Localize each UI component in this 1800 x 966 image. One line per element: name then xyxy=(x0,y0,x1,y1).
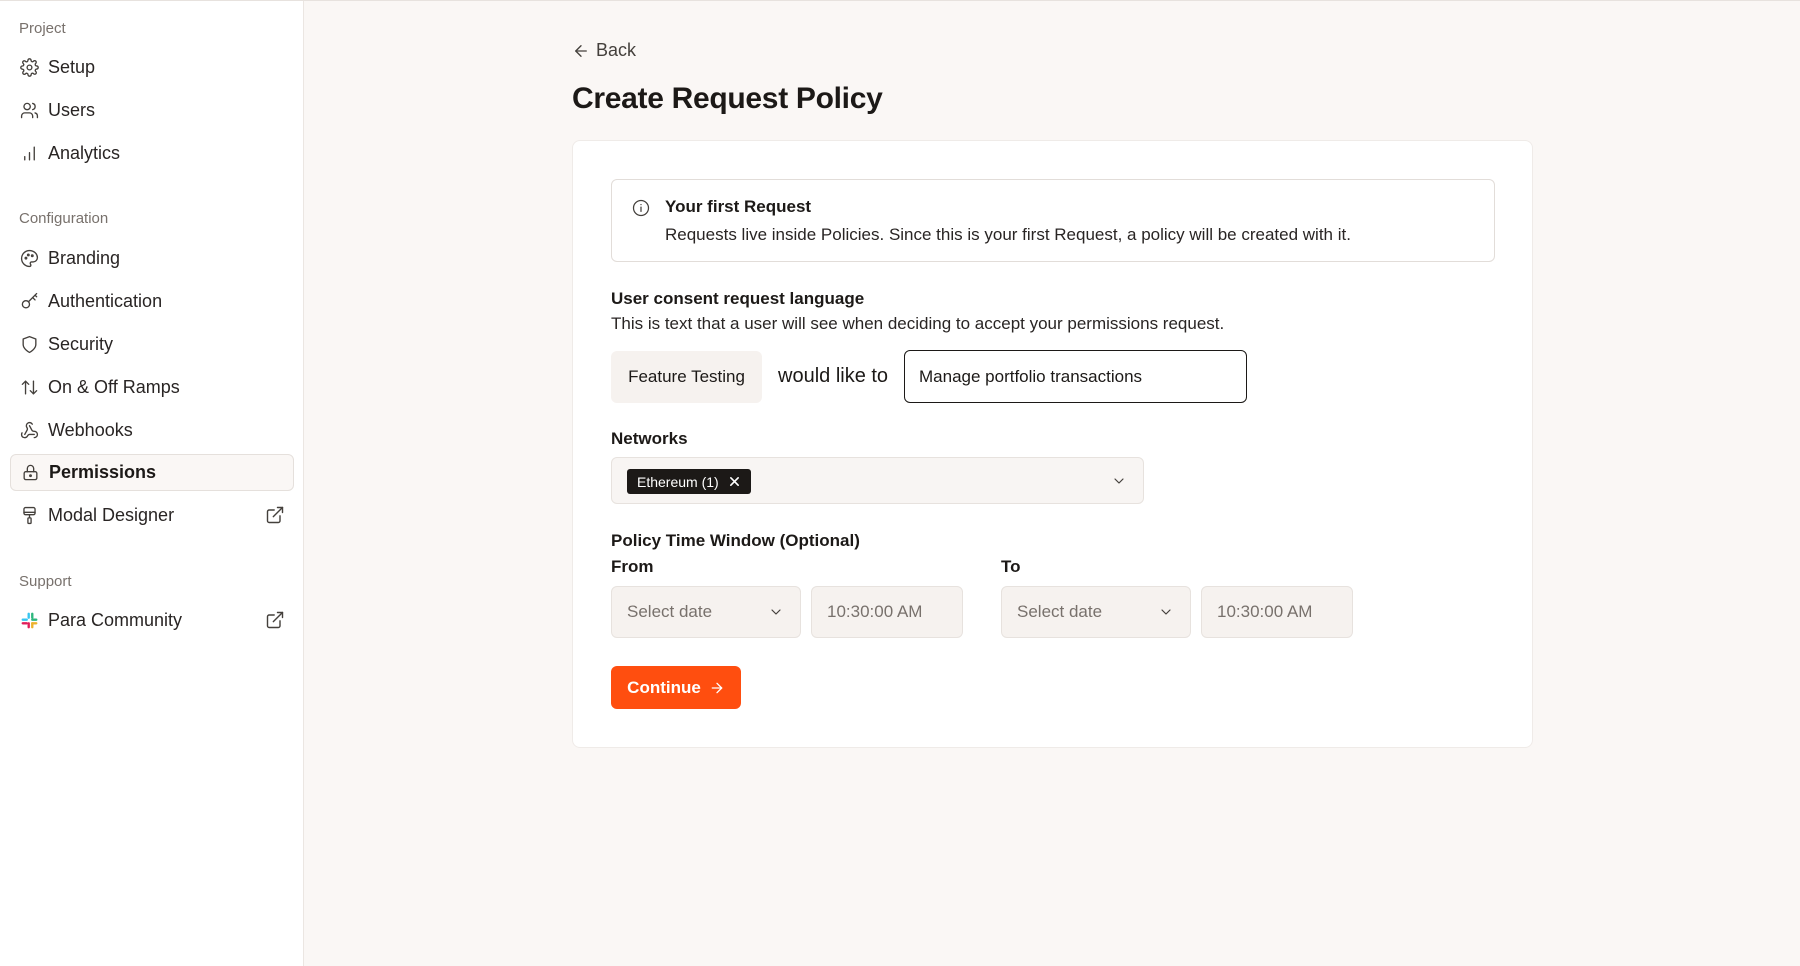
gear-icon xyxy=(19,58,39,78)
sidebar-item-ramps[interactable]: On & Off Ramps xyxy=(10,369,294,406)
palette-icon xyxy=(19,249,39,269)
from-time-input[interactable] xyxy=(811,586,963,638)
policy-form-card: Your first Request Requests live inside … xyxy=(572,140,1533,748)
sidebar-item-branding[interactable]: Branding xyxy=(10,240,294,277)
sidebar-item-label: Branding xyxy=(48,248,121,268)
app-name-chip: Feature Testing xyxy=(611,351,762,403)
sidebar-item-modal-designer[interactable]: Modal Designer xyxy=(10,497,294,534)
networks-label: Networks xyxy=(611,429,688,448)
from-label: From xyxy=(611,557,654,576)
info-callout: Your first Request Requests live inside … xyxy=(611,179,1495,262)
from-date-select[interactable]: Select date xyxy=(611,586,801,638)
arrow-left-icon xyxy=(575,44,587,57)
section-label-configuration: Configuration xyxy=(19,210,109,227)
sidebar-item-label: Permissions xyxy=(49,462,157,482)
paintbrush-icon xyxy=(19,506,39,526)
back-label: Back xyxy=(596,40,637,60)
chevron-down-icon xyxy=(1111,473,1127,489)
sidebar-item-analytics[interactable]: Analytics xyxy=(10,135,294,172)
shield-icon xyxy=(19,335,39,355)
network-tag: Ethereum (1) xyxy=(627,469,751,494)
sidebar-item-label: Para Community xyxy=(48,610,183,630)
info-title: Your first Request xyxy=(665,197,812,216)
external-link-icon xyxy=(265,505,285,525)
to-date-placeholder: Select date xyxy=(1017,602,1103,621)
slack-icon xyxy=(19,611,39,631)
to-date-select[interactable]: Select date xyxy=(1001,586,1191,638)
sidebar: Project Setup Users Analytics Configurat… xyxy=(0,1,304,966)
sidebar-item-setup[interactable]: Setup xyxy=(10,49,294,86)
consent-helper: This is text that a user will see when d… xyxy=(611,314,1225,333)
sidebar-item-webhooks[interactable]: Webhooks xyxy=(10,412,294,449)
networks-select[interactable]: Ethereum (1) xyxy=(611,457,1144,504)
from-date-placeholder: Select date xyxy=(627,602,713,621)
webhook-icon xyxy=(19,421,39,441)
to-time-input[interactable] xyxy=(1201,586,1353,638)
sidebar-item-authentication[interactable]: Authentication xyxy=(10,283,294,320)
key-icon xyxy=(19,292,39,312)
sidebar-item-label: On & Off Ramps xyxy=(48,377,180,397)
arrows-up-down-icon xyxy=(19,378,39,398)
sidebar-item-label: Modal Designer xyxy=(48,505,175,525)
sidebar-item-permissions[interactable]: Permissions xyxy=(10,454,294,491)
page-title: Create Request Policy xyxy=(572,82,883,115)
info-text: Requests live inside Policies. Since thi… xyxy=(665,225,1351,244)
network-tag-label: Ethereum (1) xyxy=(637,473,719,490)
sidebar-item-label: Users xyxy=(48,100,96,120)
to-label: To xyxy=(1001,557,1021,576)
arrow-right-icon xyxy=(711,682,723,693)
chevron-down-icon xyxy=(768,604,784,620)
continue-label: Continue xyxy=(627,677,701,697)
users-icon xyxy=(19,101,39,121)
consent-connector: would like to xyxy=(778,365,889,387)
sidebar-item-label: Security xyxy=(48,334,114,354)
sidebar-item-label: Authentication xyxy=(48,291,163,311)
close-icon xyxy=(730,477,740,486)
bar-chart-icon xyxy=(19,144,39,164)
sidebar-item-label: Webhooks xyxy=(48,420,133,440)
consent-label: User consent request language xyxy=(611,289,865,308)
sidebar-item-users[interactable]: Users xyxy=(10,92,294,129)
consent-text-input[interactable] xyxy=(904,350,1247,403)
chevron-down-icon xyxy=(1158,604,1174,620)
sidebar-item-para-community[interactable]: Para Community xyxy=(10,602,294,639)
remove-tag-button[interactable] xyxy=(729,476,741,488)
continue-button[interactable]: Continue xyxy=(611,666,741,709)
external-link-icon xyxy=(265,610,285,630)
back-link[interactable]: Back xyxy=(572,40,636,61)
sidebar-item-label: Analytics xyxy=(48,143,121,163)
sidebar-item-label: Setup xyxy=(48,57,96,77)
section-label-project: Project xyxy=(19,20,66,37)
section-label-support: Support xyxy=(19,573,72,590)
info-icon xyxy=(631,198,651,218)
lock-icon xyxy=(20,463,40,483)
sidebar-item-security[interactable]: Security xyxy=(10,326,294,363)
time-window-label: Policy Time Window (Optional) xyxy=(611,531,860,550)
